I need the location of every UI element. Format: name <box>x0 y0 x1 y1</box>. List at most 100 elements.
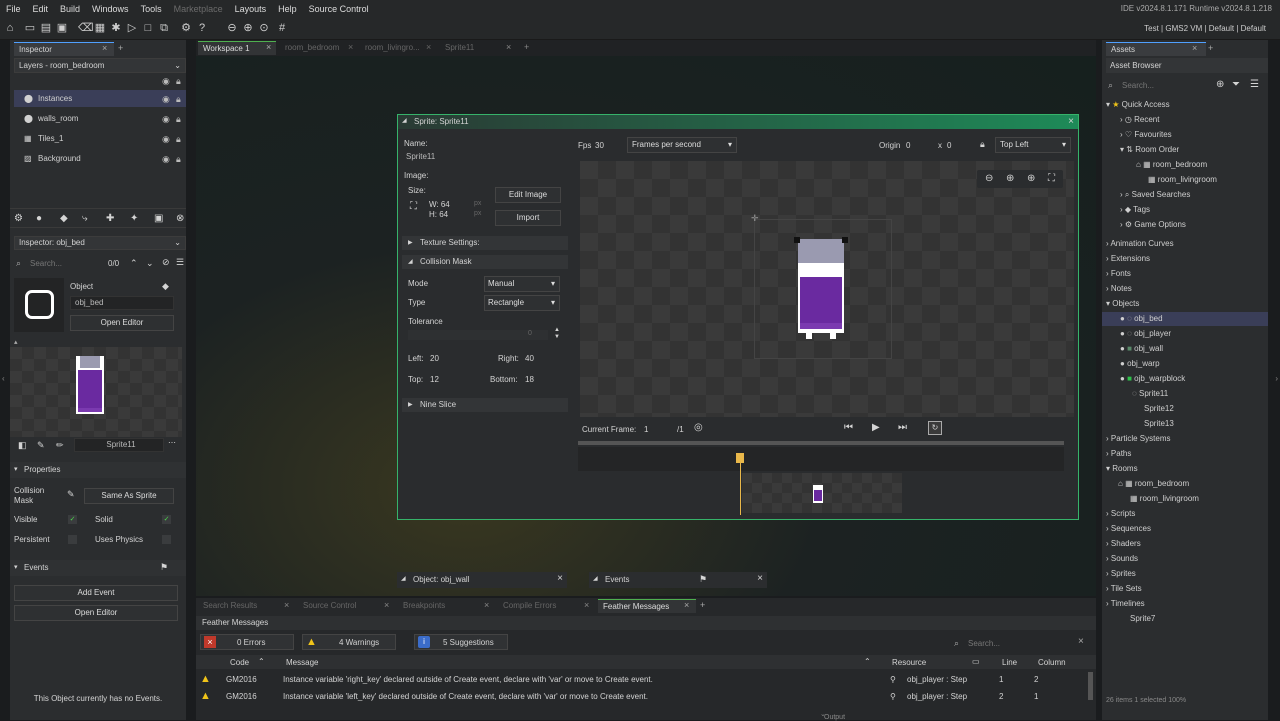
tree-item[interactable]: › Fonts <box>1106 269 1131 278</box>
loop-icon[interactable]: ↻ <box>928 421 942 435</box>
tree-item[interactable]: Sprite7 <box>1130 614 1155 623</box>
sort-icon[interactable]: ⌃ <box>864 657 871 666</box>
menu-source-control[interactable]: Source Control <box>303 0 375 18</box>
origin-dropdown[interactable]: Top Left ▾ <box>995 137 1071 153</box>
tab-search-results[interactable]: Search Results <box>198 599 294 613</box>
timeline-scrollbar[interactable] <box>578 441 1064 445</box>
close-icon[interactable]: × <box>426 42 431 52</box>
tree-item[interactable]: › Sequences <box>1106 524 1151 533</box>
zoom-in-icon[interactable]: ⊕ <box>242 22 254 34</box>
previous-frame-icon[interactable]: ⏮ <box>844 422 853 433</box>
eye-icon[interactable]: ◉ <box>162 76 170 87</box>
errors-filter[interactable]: × 0 Errors <box>200 634 294 650</box>
zoom-out-icon[interactable]: ⊖ <box>985 173 993 184</box>
clean-icon[interactable]: ⌫ <box>78 22 94 34</box>
menu-marketplace[interactable]: Marketplace <box>168 0 229 18</box>
layer-item[interactable]: Tiles_1 <box>38 134 64 143</box>
tile-layer-icon[interactable]: ◆ <box>60 213 68 224</box>
fps-mode-dropdown[interactable]: Frames per second ▾ <box>627 137 737 153</box>
obj-wall-window[interactable]: ◢ Object: obj_wall × <box>397 572 567 588</box>
filter-icon[interactable]: ⊘ <box>162 257 170 268</box>
effect-layer-icon[interactable]: ✦ <box>130 213 138 224</box>
properties-header[interactable]: ▾ Properties <box>10 462 186 478</box>
asset-search-input[interactable]: Search... <box>1122 81 1154 90</box>
lock-icon[interactable]: 🔒︎ <box>176 76 181 87</box>
sprite-name-field[interactable]: Sprite11 <box>402 151 568 165</box>
warnings-filter[interactable]: ▲ 4 Warnings <box>302 634 396 650</box>
col-resource[interactable]: Resource <box>892 658 926 667</box>
tag-icon[interactable]: ◆ <box>162 281 169 292</box>
stop-icon[interactable]: □ <box>142 22 154 34</box>
help-icon[interactable]: ? <box>196 22 208 34</box>
sprite-field[interactable]: Sprite11 <box>74 438 164 452</box>
tolerance-slider[interactable] <box>408 330 548 340</box>
edit-image-button[interactable]: Edit Image <box>495 187 561 203</box>
tree-item[interactable]: ▾ Objects <box>1106 299 1139 308</box>
table-row[interactable]: ▲ GM2016 Instance variable 'right_key' d… <box>196 672 1086 688</box>
sprite-canvas[interactable]: ✛ ⊖ ⊕ ⊕ ⛶ <box>580 161 1074 417</box>
settings-icon[interactable]: ⚙ <box>180 22 192 34</box>
flag-icon[interactable]: ⚑ <box>699 574 707 585</box>
close-icon[interactable]: × <box>1078 636 1084 647</box>
tree-item[interactable]: ● obj_warp <box>1120 359 1160 368</box>
tab-inspector[interactable]: Inspector <box>14 42 114 56</box>
debug-icon[interactable]: ✱ <box>110 22 122 34</box>
inspector-search-input[interactable]: Search... <box>30 259 62 268</box>
close-icon[interactable]: × <box>757 573 763 584</box>
path-layer-icon[interactable]: ⤷ <box>82 213 88 224</box>
menu-help[interactable]: Help <box>272 0 303 18</box>
tab-assets[interactable]: Assets <box>1106 42 1206 56</box>
collision-mask-header[interactable]: ◢ Collision Mask <box>402 255 568 269</box>
new-project-icon[interactable]: ▭ <box>24 22 36 34</box>
tree-item[interactable]: ▦ room_livingroom <box>1130 494 1199 503</box>
collapse-icon[interactable]: ▴ <box>14 338 18 346</box>
close-icon[interactable]: × <box>266 42 271 52</box>
lock-icon[interactable]: 🔒︎ <box>176 114 181 125</box>
events-window[interactable]: ◢ Events ⚑ × <box>589 572 767 588</box>
close-icon[interactable]: × <box>557 573 563 584</box>
add-icon[interactable]: ⊕ <box>1216 79 1224 90</box>
onion-skin-icon[interactable]: ◎ <box>694 422 703 433</box>
col-code[interactable]: Code <box>230 658 249 667</box>
layers-dropdown[interactable]: Layers - room_bedroom ⌄ <box>14 58 186 73</box>
tree-item[interactable]: › ♡ Favourites <box>1120 130 1172 139</box>
target-selector[interactable]: Test | GMS2 VM | Default | Default <box>1144 24 1266 33</box>
tab-room-bedroom[interactable]: room_bedroom <box>280 41 356 55</box>
tree-item[interactable]: › Notes <box>1106 284 1132 293</box>
eye-icon[interactable]: ◉ <box>162 114 170 125</box>
run-icon[interactable]: ▷ <box>126 22 138 34</box>
tree-item[interactable]: › Animation Curves <box>1106 239 1174 248</box>
resize-icon[interactable]: ⛶ <box>410 201 417 212</box>
nine-slice-header[interactable]: ▶ Nine Slice <box>402 398 568 412</box>
tree-item[interactable]: ▾ ⇅ Room Order <box>1120 145 1179 154</box>
tree-item[interactable]: › Extensions <box>1106 254 1150 263</box>
tree-item[interactable]: ● ■ obj_wall <box>1120 344 1163 353</box>
tree-item[interactable]: › Paths <box>1106 449 1131 458</box>
tree-item[interactable]: › Particle Systems <box>1106 434 1170 443</box>
object-name-field[interactable]: obj_bed <box>70 296 174 310</box>
menu-windows[interactable]: Windows <box>86 0 135 18</box>
tab-source-control[interactable]: Source Control <box>298 599 394 613</box>
sort-icon[interactable]: ⌃ <box>258 657 265 666</box>
lock-icon[interactable]: 🔒︎ <box>980 139 985 150</box>
messages-search-input[interactable]: Search... <box>968 639 1000 648</box>
events-header[interactable]: ▾ Events ⚑ <box>10 560 186 576</box>
close-icon[interactable]: × <box>1068 116 1074 127</box>
add-event-button[interactable]: Add Event <box>14 585 178 601</box>
tree-item[interactable]: › Tile Sets <box>1106 584 1142 593</box>
clean-build-icon[interactable]: ⧉ <box>158 22 170 34</box>
open-editor-button[interactable]: Open Editor <box>70 315 174 331</box>
mode-dropdown[interactable]: Manual ▾ <box>484 276 560 292</box>
origin-y-value[interactable]: 0 <box>947 141 951 150</box>
close-icon[interactable]: × <box>506 42 511 52</box>
more-icon[interactable]: ⋯ <box>168 438 176 447</box>
menu-tools[interactable]: Tools <box>135 0 168 18</box>
tree-item[interactable]: › ◷ Recent <box>1120 115 1159 124</box>
tolerance-stepper[interactable]: ▲ ▼ <box>554 327 560 341</box>
same-as-sprite-dropdown[interactable]: Same As Sprite <box>84 488 174 504</box>
delete-icon[interactable]: ⊗ <box>176 213 184 224</box>
eye-icon[interactable]: ◉ <box>162 154 170 165</box>
fullscreen-icon[interactable]: ⛶ <box>1048 173 1055 184</box>
tree-item[interactable]: ⌂ ▦ room_bedroom <box>1136 160 1207 169</box>
texture-settings-header[interactable]: ▶ Texture Settings: <box>402 236 568 250</box>
